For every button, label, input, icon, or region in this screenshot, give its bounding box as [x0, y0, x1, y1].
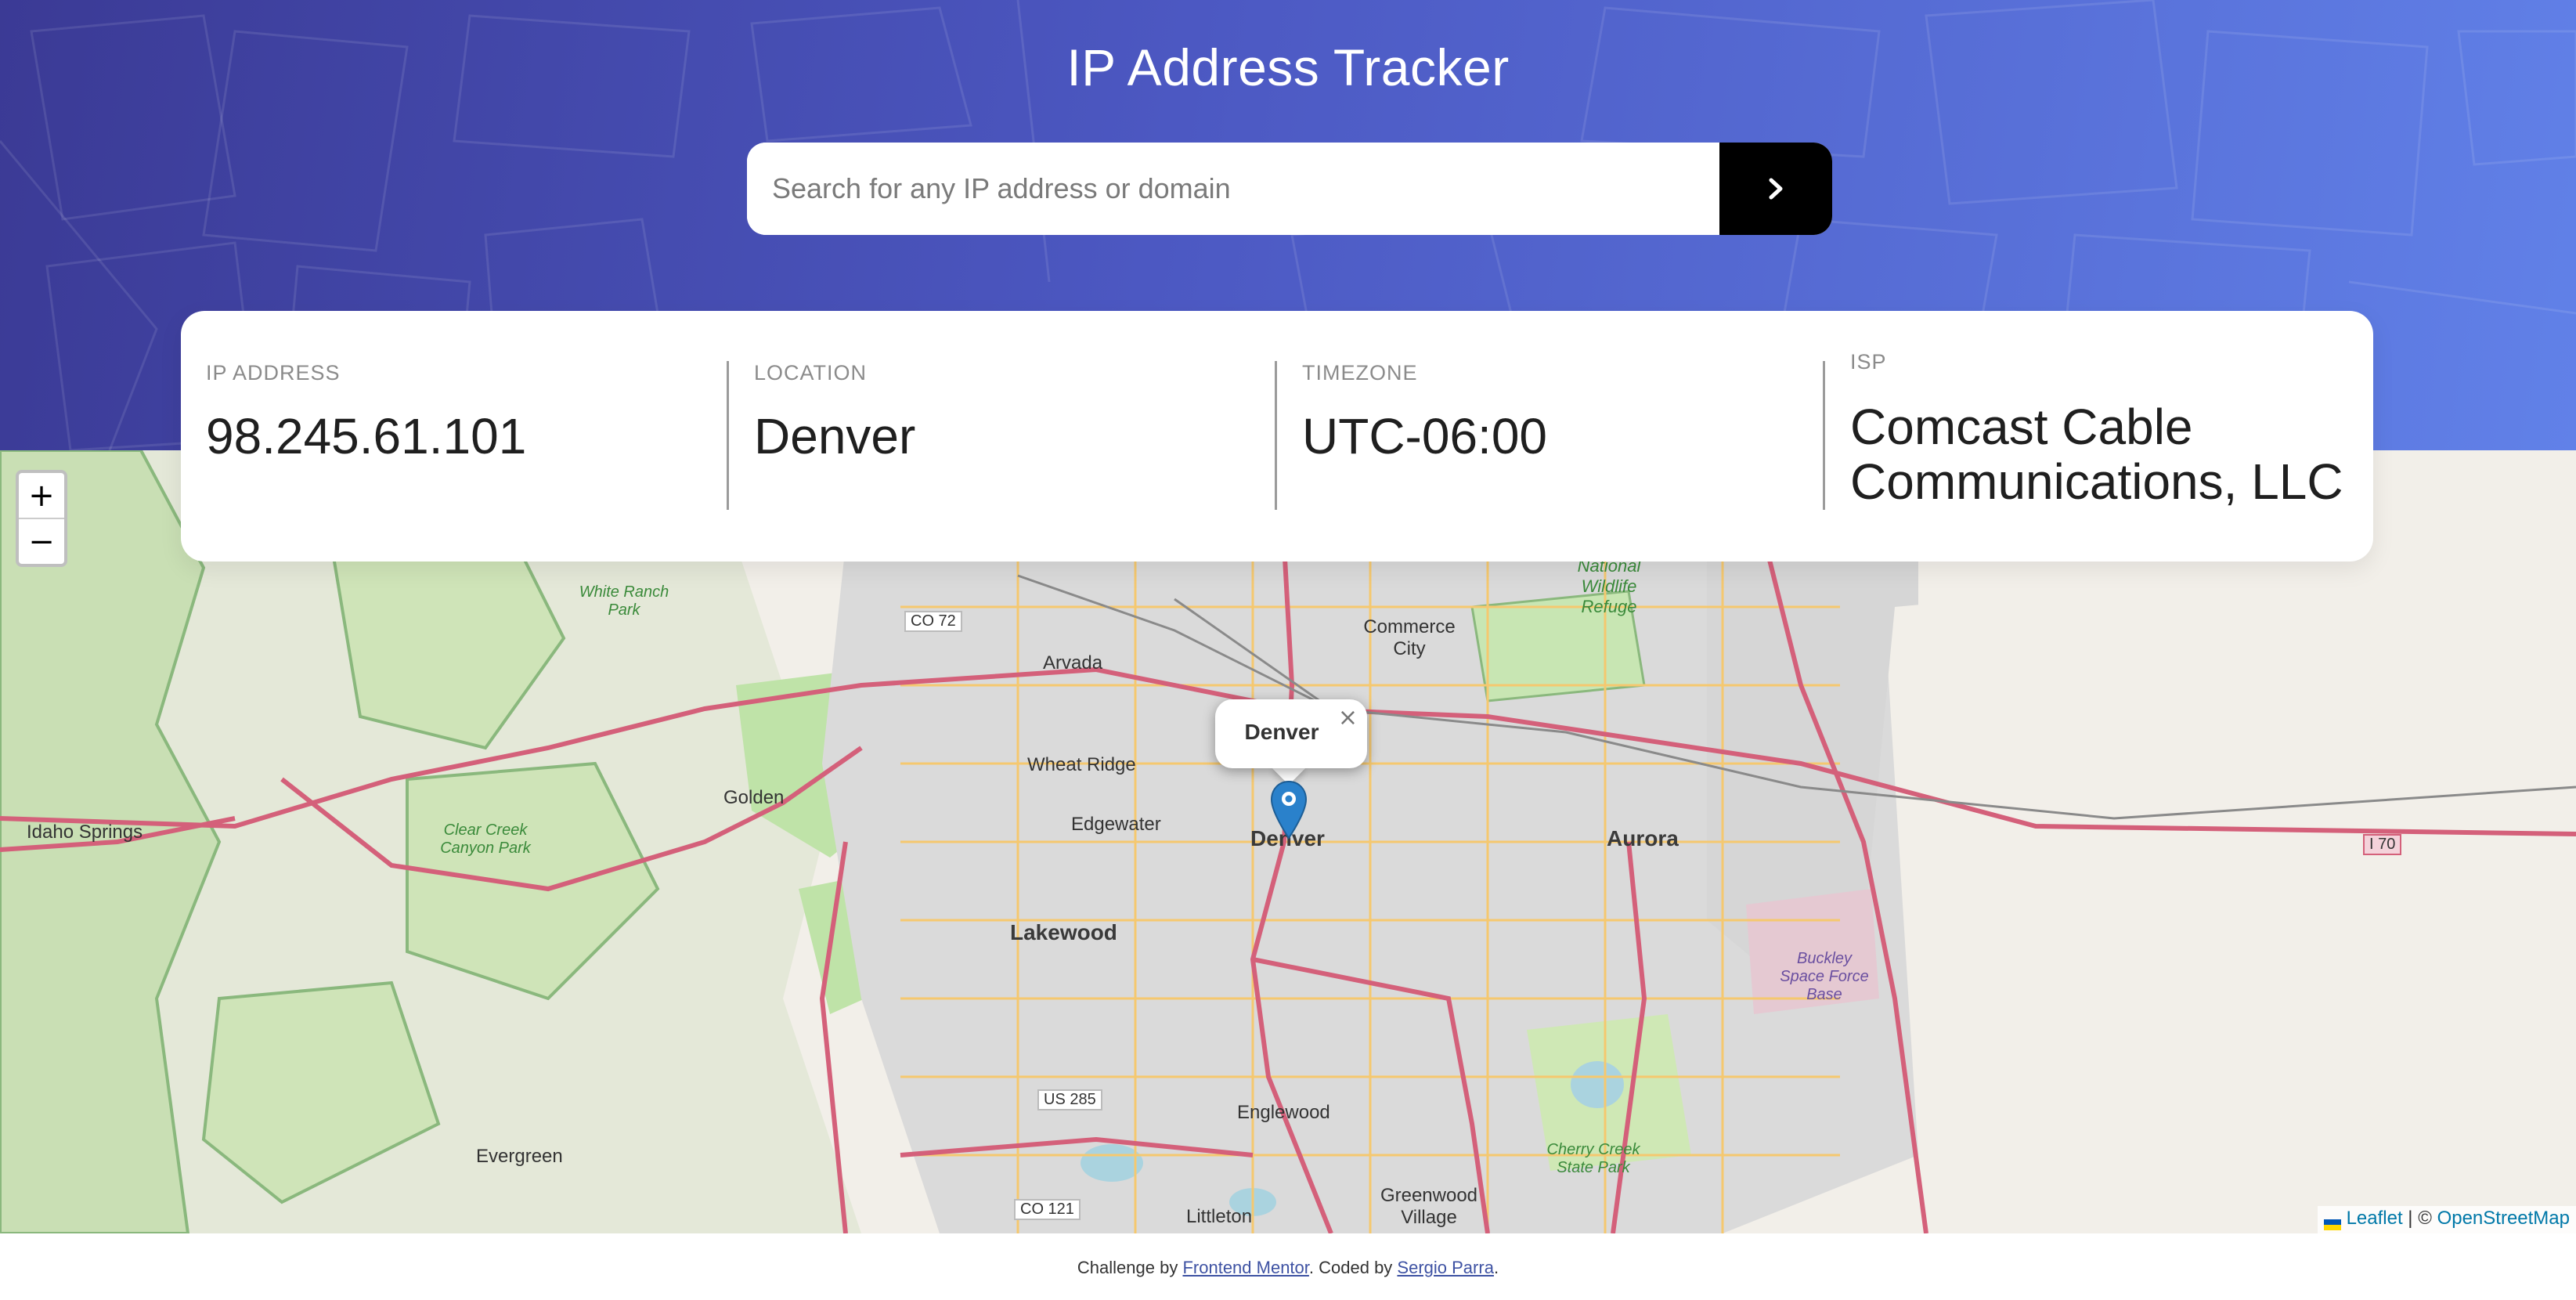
attribution-separator: | © [2402, 1208, 2437, 1229]
zoom-control: + − [16, 470, 67, 567]
timezone-section: TIMEZONE UTC-06:00 [1302, 361, 1803, 511]
divider [1275, 361, 1277, 510]
ip-address-section: IP ADDRESS 98.245.61.101 [206, 361, 707, 511]
lake [1571, 1061, 1624, 1108]
map-label-commerce-city: Commerce City [1363, 616, 1456, 659]
map-label-idaho-springs: Idaho Springs [27, 822, 143, 843]
openstreetmap-link[interactable]: OpenStreetMap [2437, 1208, 2570, 1229]
search-bar [747, 143, 1832, 235]
map-label-clear-creek: Clear Creek Canyon Park [440, 822, 531, 857]
footer-middle: . Coded by [1308, 1258, 1398, 1277]
page-title: IP Address Tracker [1066, 38, 1510, 96]
isp-value-line2: Communications, LLC [1850, 453, 2343, 510]
map-label-white-ranch: White Ranch Park [579, 583, 669, 619]
frontend-mentor-link[interactable]: Frontend Mentor [1182, 1258, 1308, 1277]
divider [727, 361, 729, 510]
isp-section: ISP Comcast Cable Communications, LLC [1850, 350, 2367, 509]
map-label-aurora: Aurora [1607, 826, 1679, 850]
location-section: LOCATION Denver [754, 361, 1255, 511]
popup-text: Denver [1244, 720, 1319, 744]
divider [1823, 361, 1825, 510]
map-label-englewood: Englewood [1237, 1102, 1330, 1123]
map-label-wheat-ridge: Wheat Ridge [1027, 754, 1136, 775]
map-attribution: Leaflet | © OpenStreetMap [2317, 1206, 2576, 1233]
search-button[interactable] [1719, 143, 1832, 235]
chevron-right-icon [1769, 178, 1783, 200]
zoom-in-button[interactable]: + [19, 473, 64, 519]
map-label-wildlife-refuge: National Wildlife Refuge [1577, 556, 1641, 616]
ip-info-card: IP ADDRESS 98.245.61.101 LOCATION Denver… [181, 311, 2373, 562]
map-popup: Denver × [1215, 699, 1367, 768]
isp-label: ISP [1850, 350, 1887, 374]
map-label-littleton: Littleton [1186, 1206, 1253, 1227]
isp-value-line1: Comcast Cable [1850, 399, 2193, 455]
map-label-buckley: Buckley Space Force Base [1780, 950, 1869, 1003]
map-pin-icon[interactable] [1269, 780, 1308, 846]
map-label-i70: I 70 [2363, 834, 2402, 855]
map-label-us285: US 285 [1037, 1089, 1102, 1110]
close-icon[interactable]: × [1338, 704, 1358, 731]
footer-suffix: . [1493, 1258, 1499, 1277]
leaflet-link[interactable]: Leaflet [2347, 1208, 2403, 1229]
plains-area [1918, 529, 2576, 1233]
ip-address-label: IP ADDRESS [206, 361, 341, 385]
search-input[interactable] [747, 143, 1719, 235]
map-label-greenwood-village: Greenwood Village [1380, 1185, 1478, 1228]
map-label-golden: Golden [723, 787, 785, 808]
isp-value: Comcast Cable Communications, LLC [1850, 399, 2367, 509]
map-label-arvada: Arvada [1043, 652, 1103, 673]
map-label-co72: CO 72 [904, 611, 962, 632]
map-label-lakewood: Lakewood [1010, 920, 1117, 944]
ip-address-value: 98.245.61.101 [206, 408, 527, 464]
footer-prefix: Challenge by [1077, 1258, 1183, 1277]
lake [1081, 1144, 1143, 1182]
timezone-value: UTC-06:00 [1302, 408, 1547, 464]
map-label-evergreen: Evergreen [476, 1146, 563, 1167]
flag-icon [2323, 1214, 2341, 1230]
zoom-out-button[interactable]: − [19, 519, 64, 564]
map-label-edgewater: Edgewater [1071, 814, 1161, 835]
author-link[interactable]: Sergio Parra [1397, 1258, 1494, 1277]
location-label: LOCATION [754, 361, 868, 385]
location-value: Denver [754, 408, 916, 464]
timezone-label: TIMEZONE [1302, 361, 1418, 385]
map-label-co121: CO 121 [1014, 1199, 1081, 1220]
map-label-cherry-creek: Cherry Creek State Park [1546, 1141, 1640, 1176]
footer: Challenge by Frontend Mentor. Coded by S… [0, 1258, 2576, 1278]
